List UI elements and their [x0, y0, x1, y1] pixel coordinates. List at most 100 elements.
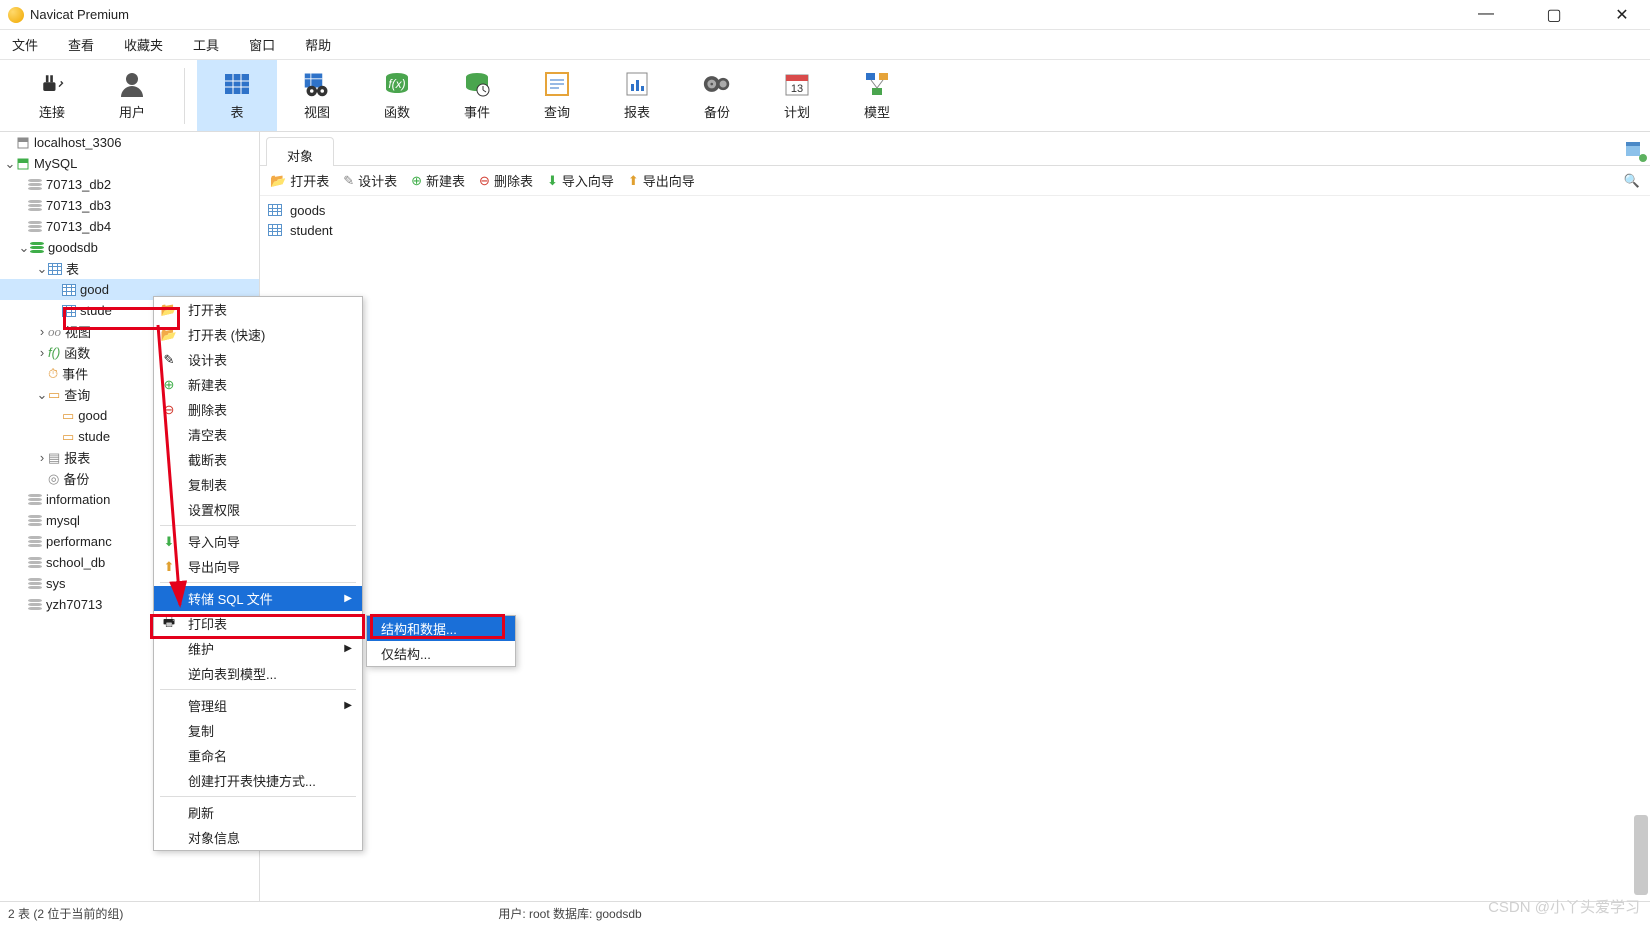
chevron-right-icon: ▶ — [344, 593, 352, 604]
cm-design[interactable]: ✎设计表 — [154, 347, 362, 372]
tree-db[interactable]: 70713_db3 — [0, 195, 259, 216]
cm-permissions[interactable]: 设置权限 — [154, 497, 362, 522]
cm-manage-group[interactable]: 管理组▶ — [154, 693, 362, 718]
toolbar-event[interactable]: 事件 — [437, 60, 517, 131]
cm-export[interactable]: ⬆导出向导 — [154, 554, 362, 579]
app-title: Navicat Premium — [30, 7, 129, 22]
toolbar-separator — [184, 68, 185, 124]
menu-favorites[interactable]: 收藏夹 — [124, 35, 163, 54]
cm-shortcut[interactable]: 创建打开表快捷方式... — [154, 768, 362, 793]
event-icon — [463, 70, 491, 98]
cm-rename[interactable]: 重命名 — [154, 743, 362, 768]
toolbar-model-label: 模型 — [864, 102, 890, 121]
toolbar-plan[interactable]: 13 计划 — [757, 60, 837, 131]
cm-truncate[interactable]: 截断表 — [154, 447, 362, 472]
cm-import[interactable]: ⬇导入向导 — [154, 529, 362, 554]
close-button[interactable]: ✕ — [1602, 5, 1642, 25]
plus-icon: ⊕ — [160, 376, 178, 394]
import-wizard-button[interactable]: ⬇导入向导 — [547, 171, 614, 190]
menu-tools[interactable]: 工具 — [193, 35, 219, 54]
toolbar-view[interactable]: 视图 — [277, 60, 357, 131]
cm-empty[interactable]: 清空表 — [154, 422, 362, 447]
calendar-icon: 13 — [783, 70, 811, 98]
minus-icon: ⊖ — [160, 401, 178, 419]
tree-db-goodsdb[interactable]: ⌄goodsdb — [0, 237, 259, 258]
tree-conn-mysql[interactable]: ⌄MySQL — [0, 153, 259, 174]
cm-new[interactable]: ⊕新建表 — [154, 372, 362, 397]
cm-dump-sql[interactable]: 转储 SQL 文件▶ — [154, 586, 362, 611]
app-logo-icon — [8, 7, 24, 23]
delete-table-button[interactable]: ⊖删除表 — [479, 171, 533, 190]
cm-delete[interactable]: ⊖删除表 — [154, 397, 362, 422]
minimize-button[interactable]: — — [1466, 5, 1506, 25]
main-toolbar: 连接 用户 表 视图 f(x) 函数 事件 查询 报表 备份 13 计划 模型 — [0, 60, 1650, 132]
toolbar-user-label: 用户 — [119, 102, 145, 121]
folder-open-icon: 📂 — [160, 326, 178, 344]
context-submenu: 结构和数据... 仅结构... — [366, 615, 516, 667]
tree-db[interactable]: 70713_db2 — [0, 174, 259, 195]
chevron-right-icon: ▶ — [344, 700, 352, 711]
toolbar-table-label: 表 — [230, 102, 243, 121]
import-icon: ⬇ — [160, 533, 178, 551]
list-item[interactable]: student — [268, 220, 1642, 240]
chevron-right-icon: ▶ — [344, 643, 352, 654]
toolbar-plan-label: 计划 — [784, 102, 810, 121]
menu-help[interactable]: 帮助 — [305, 35, 331, 54]
toolbar-table[interactable]: 表 — [197, 60, 277, 131]
status-left a: 2 表 (2 位于当前的组) — [8, 905, 123, 922]
view-icon — [303, 70, 331, 98]
cm-separator — [160, 689, 356, 690]
cm-info[interactable]: 对象信息 — [154, 825, 362, 850]
toolbar-function[interactable]: f(x) 函数 — [357, 60, 437, 131]
cm-print[interactable]: 🖶打印表 — [154, 611, 362, 636]
tree-conn-localhost[interactable]: localhost_3306 — [0, 132, 259, 153]
watermark: CSDN @小丫头爱学习 — [1488, 896, 1640, 917]
status-right: 用户: root 数据库: goodsdb — [498, 905, 641, 922]
cm-copy[interactable]: 复制 — [154, 718, 362, 743]
tree-tables-folder[interactable]: ⌄表 — [0, 258, 259, 279]
list-item[interactable]: goods — [268, 200, 1642, 220]
menu-file[interactable]: 文件 — [12, 35, 38, 54]
toolbar-model[interactable]: 模型 — [837, 60, 917, 131]
pencil-icon: ✎ — [160, 351, 178, 369]
tree-db[interactable]: 70713_db4 — [0, 216, 259, 237]
toolbar-event-label: 事件 — [464, 102, 490, 121]
menubar: 文件 查看 收藏夹 工具 窗口 帮助 — [0, 30, 1650, 60]
toolbar-query-label: 查询 — [544, 102, 570, 121]
printer-icon: 🖶 — [160, 615, 178, 633]
cm-open-table[interactable]: 📂打开表 — [154, 297, 362, 322]
tab-objects[interactable]: 对象 — [266, 137, 334, 166]
menu-window[interactable]: 窗口 — [249, 35, 275, 54]
cm-maintain[interactable]: 维护▶ — [154, 636, 362, 661]
maximize-button[interactable]: ▢ — [1534, 5, 1574, 25]
search-icon[interactable]: 🔍 — [1624, 173, 1640, 189]
main-area: 对象 📂打开表 ✎设计表 ⊕新建表 ⊖删除表 ⬇导入向导 ⬆导出向导 🔍 goo… — [260, 132, 1650, 901]
new-table-button[interactable]: ⊕新建表 — [411, 171, 465, 190]
add-tab-button[interactable] — [1616, 132, 1650, 165]
toolbar-query[interactable]: 查询 — [517, 60, 597, 131]
design-table-button[interactable]: ✎设计表 — [343, 171, 397, 190]
open-table-button[interactable]: 📂打开表 — [270, 171, 329, 190]
user-icon — [118, 70, 146, 98]
sub-structure-only[interactable]: 仅结构... — [367, 641, 515, 666]
menu-view[interactable]: 查看 — [68, 35, 94, 54]
sub-structure-and-data[interactable]: 结构和数据... — [367, 616, 515, 641]
cm-copy-table[interactable]: 复制表 — [154, 472, 362, 497]
cm-separator — [160, 796, 356, 797]
export-wizard-button[interactable]: ⬆导出向导 — [628, 171, 695, 190]
status-bar: 2 表 (2 位于当前的组) 用户: root 数据库: goodsdb — [0, 901, 1650, 925]
toolbar-user[interactable]: 用户 — [92, 60, 172, 131]
toolbar-backup-label: 备份 — [704, 102, 730, 121]
object-toolbar: 📂打开表 ✎设计表 ⊕新建表 ⊖删除表 ⬇导入向导 ⬆导出向导 🔍 — [260, 166, 1650, 196]
function-icon: f(x) — [383, 70, 411, 98]
toolbar-backup[interactable]: 备份 — [677, 60, 757, 131]
cm-refresh[interactable]: 刷新 — [154, 800, 362, 825]
context-menu: 📂打开表 📂打开表 (快速) ✎设计表 ⊕新建表 ⊖删除表 清空表 截断表 复制… — [153, 296, 363, 851]
svg-text:f(x): f(x) — [388, 77, 405, 91]
table-icon — [223, 70, 251, 98]
toolbar-connection[interactable]: 连接 — [12, 60, 92, 131]
cm-open-fast[interactable]: 📂打开表 (快速) — [154, 322, 362, 347]
scrollbar[interactable] — [1634, 815, 1648, 895]
cm-reverse[interactable]: 逆向表到模型... — [154, 661, 362, 686]
toolbar-report[interactable]: 报表 — [597, 60, 677, 131]
